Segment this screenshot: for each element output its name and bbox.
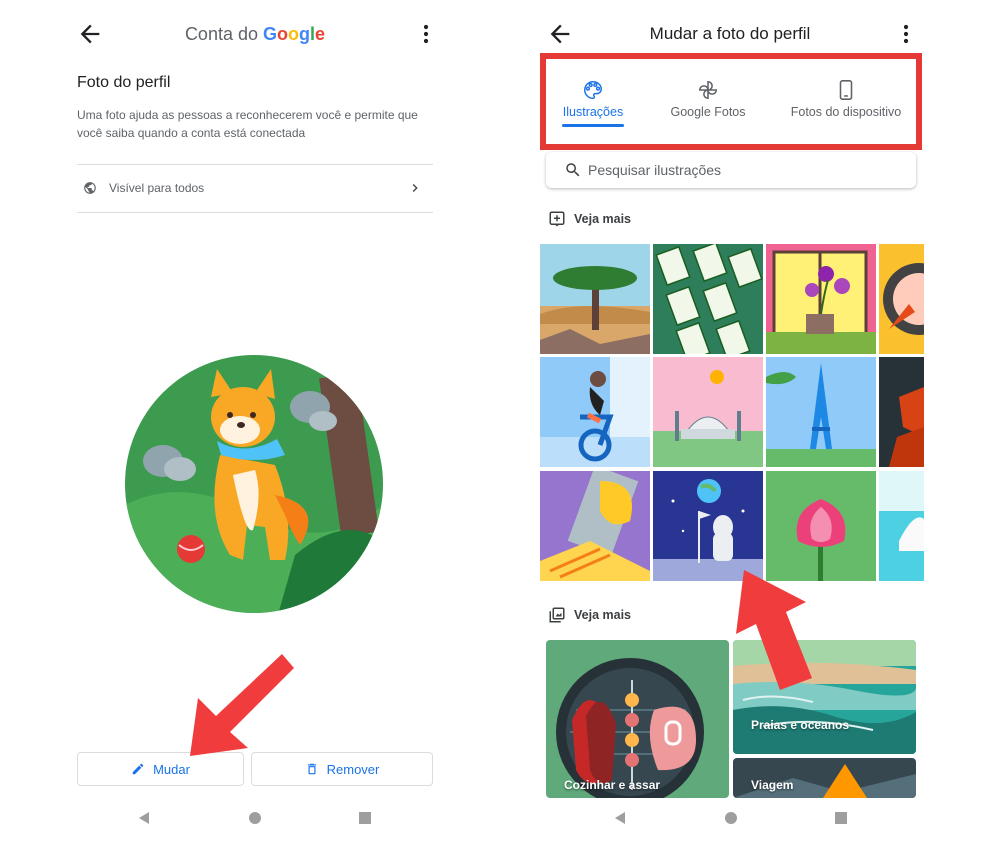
see-more-illustrations[interactable]: Veja mais xyxy=(548,210,631,228)
remove-button[interactable]: Remover xyxy=(251,752,433,786)
top-app-bar: Mudar a foto do perfil xyxy=(530,14,930,54)
add-photo-icon xyxy=(548,210,566,228)
tab-google-photos[interactable]: Google Fotos xyxy=(660,79,756,119)
search-bar[interactable] xyxy=(546,152,916,188)
section-label: Veja mais xyxy=(574,212,631,226)
top-app-bar: Conta do Google xyxy=(60,14,450,54)
nav-back-icon[interactable] xyxy=(612,810,628,826)
change-photo-screen: Mudar a foto do perfil Ilustrações Googl… xyxy=(530,0,930,842)
page-title: Conta do Google xyxy=(60,24,450,45)
visibility-label: Visível para todos xyxy=(109,181,205,195)
illustration-tile[interactable] xyxy=(653,471,763,581)
title-prefix: Conta do xyxy=(184,24,263,44)
chevron-right-icon xyxy=(407,180,423,196)
more-vert-icon[interactable] xyxy=(892,20,920,48)
category-label: Viagem xyxy=(751,778,794,792)
nav-home-icon[interactable] xyxy=(247,810,263,826)
category-beaches[interactable]: Praias e oceanos xyxy=(733,640,916,754)
tab-label: Ilustrações xyxy=(562,105,624,119)
tab-device-photos[interactable]: Fotos do dispositivo xyxy=(778,79,914,119)
divider xyxy=(77,212,433,213)
section-title: Foto do perfil xyxy=(77,74,171,91)
search-icon xyxy=(564,161,582,179)
illustration-tile[interactable] xyxy=(879,357,924,467)
illustration-tile[interactable] xyxy=(653,357,763,467)
illustration-tile[interactable] xyxy=(879,471,924,581)
more-vert-icon[interactable] xyxy=(412,20,440,48)
nav-home-icon[interactable] xyxy=(723,810,739,826)
tab-illustrations[interactable]: Ilustrações xyxy=(552,79,634,119)
tab-label: Google Fotos xyxy=(670,105,746,119)
section-description: Uma foto ajuda as pessoas a reconhecerem… xyxy=(77,108,418,140)
illustration-tile[interactable] xyxy=(879,244,924,354)
search-input[interactable] xyxy=(588,158,888,182)
section-label: Veja mais xyxy=(574,608,631,622)
page-title: Mudar a foto do perfil xyxy=(649,24,811,43)
collections-icon xyxy=(548,606,566,624)
illustration-tile[interactable] xyxy=(653,244,763,354)
change-button-label: Mudar xyxy=(153,761,190,777)
palette-icon xyxy=(582,79,604,101)
profile-photo xyxy=(125,355,383,613)
category-cooking[interactable]: Cozinhar e assar xyxy=(546,640,729,798)
see-more-categories[interactable]: Veja mais xyxy=(548,606,631,624)
illustration-tile[interactable] xyxy=(766,471,876,581)
change-button[interactable]: Mudar xyxy=(77,752,244,786)
nav-back-icon[interactable] xyxy=(136,810,152,826)
remove-button-label: Remover xyxy=(326,761,380,777)
illustration-tile[interactable] xyxy=(766,244,876,354)
category-label: Praias e oceanos xyxy=(751,718,850,732)
illustration-tile[interactable] xyxy=(540,357,650,467)
phone-icon xyxy=(835,79,857,101)
nav-recents-icon[interactable] xyxy=(833,810,849,826)
category-label: Cozinhar e assar xyxy=(564,778,661,792)
nav-recents-icon[interactable] xyxy=(357,810,373,826)
pencil-icon xyxy=(131,762,145,776)
tab-label: Fotos do dispositivo xyxy=(790,105,902,119)
illustration-tile[interactable] xyxy=(540,244,650,354)
account-screen: Conta do Google Foto do perfil Uma foto … xyxy=(60,0,450,842)
illustration-tile[interactable] xyxy=(766,357,876,467)
system-nav-bar xyxy=(530,808,930,832)
globe-icon xyxy=(83,181,97,195)
visibility-row[interactable]: Visível para todos xyxy=(77,165,433,212)
trash-icon xyxy=(305,762,319,776)
google-logo: Google xyxy=(263,24,326,44)
system-nav-bar xyxy=(60,808,450,832)
selected-tab-indicator xyxy=(562,124,624,127)
tabs-highlight-box: Ilustrações Google Fotos Fotos do dispos… xyxy=(540,53,922,150)
category-travel[interactable]: Viagem xyxy=(733,758,916,798)
illustration-tile[interactable] xyxy=(540,471,650,581)
pinwheel-icon xyxy=(697,79,719,101)
